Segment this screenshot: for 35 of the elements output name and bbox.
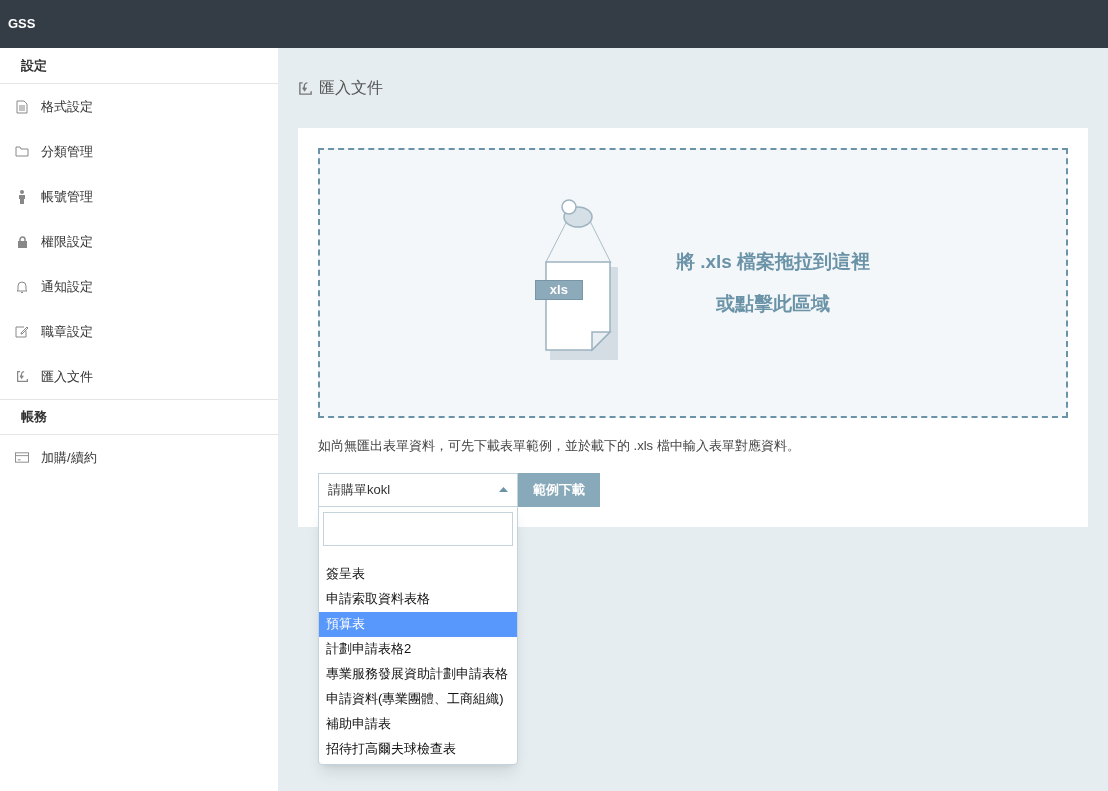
sidebar-item[interactable]: 匯入文件 bbox=[0, 354, 278, 399]
dropzone-text: 或點擊此區域 bbox=[716, 292, 830, 316]
import-icon bbox=[15, 370, 29, 383]
page-title: 匯入文件 bbox=[319, 78, 383, 98]
dropdown-option[interactable]: 專業服務發展資助計劃申請表格 bbox=[319, 661, 517, 687]
dropdown-option[interactable]: 申請索取資料表格 bbox=[319, 586, 517, 612]
sidebar-item[interactable]: 格式設定 bbox=[0, 84, 278, 129]
folder-icon bbox=[15, 146, 29, 157]
credit-card-icon bbox=[15, 452, 29, 463]
dropdown-option[interactable]: 補助申請表 bbox=[319, 711, 517, 737]
person-icon bbox=[18, 189, 26, 204]
sidebar-item[interactable]: 分類管理 bbox=[0, 129, 278, 174]
sidebar-item[interactable]: 權限設定 bbox=[0, 219, 278, 264]
section-title: 帳務 bbox=[21, 408, 47, 427]
document-icon bbox=[16, 99, 28, 114]
instruction-text: 如尚無匯出表單資料，可先下載表單範例，並於載下的 .xls 檔中輸入表單對應資料。 bbox=[318, 437, 801, 455]
sidebar-item[interactable]: 通知設定 bbox=[0, 264, 278, 309]
search-field[interactable] bbox=[323, 511, 513, 546]
import-icon bbox=[298, 80, 313, 96]
file-type-tag: xls bbox=[534, 280, 583, 300]
bell-icon bbox=[16, 279, 28, 294]
sidebar-item[interactable]: 帳號管理 bbox=[0, 174, 278, 219]
dropdown-option[interactable]: 簽呈表 bbox=[319, 561, 517, 587]
dropdown-option[interactable]: 計劃申請表格2 bbox=[319, 636, 517, 662]
lock-icon bbox=[16, 235, 28, 248]
dropzone-text: 將 .xls 檔案拖拉到這裡 bbox=[675, 249, 871, 274]
edit-icon bbox=[15, 325, 29, 338]
caret-icon bbox=[499, 487, 508, 492]
dropdown-option[interactable]: 申請資料(專業團體、工商組織) bbox=[319, 686, 517, 712]
sidebar-item[interactable]: 職章設定 bbox=[0, 309, 278, 354]
brand-name: GSS bbox=[8, 15, 36, 34]
sidebar-item[interactable]: 加購/續約 bbox=[0, 435, 278, 480]
section-title: 設定 bbox=[21, 56, 47, 75]
template-select[interactable]: 請購單kokl bbox=[318, 472, 518, 507]
dropdown-option[interactable]: 招待打高爾夫球檢查表 bbox=[319, 736, 517, 762]
